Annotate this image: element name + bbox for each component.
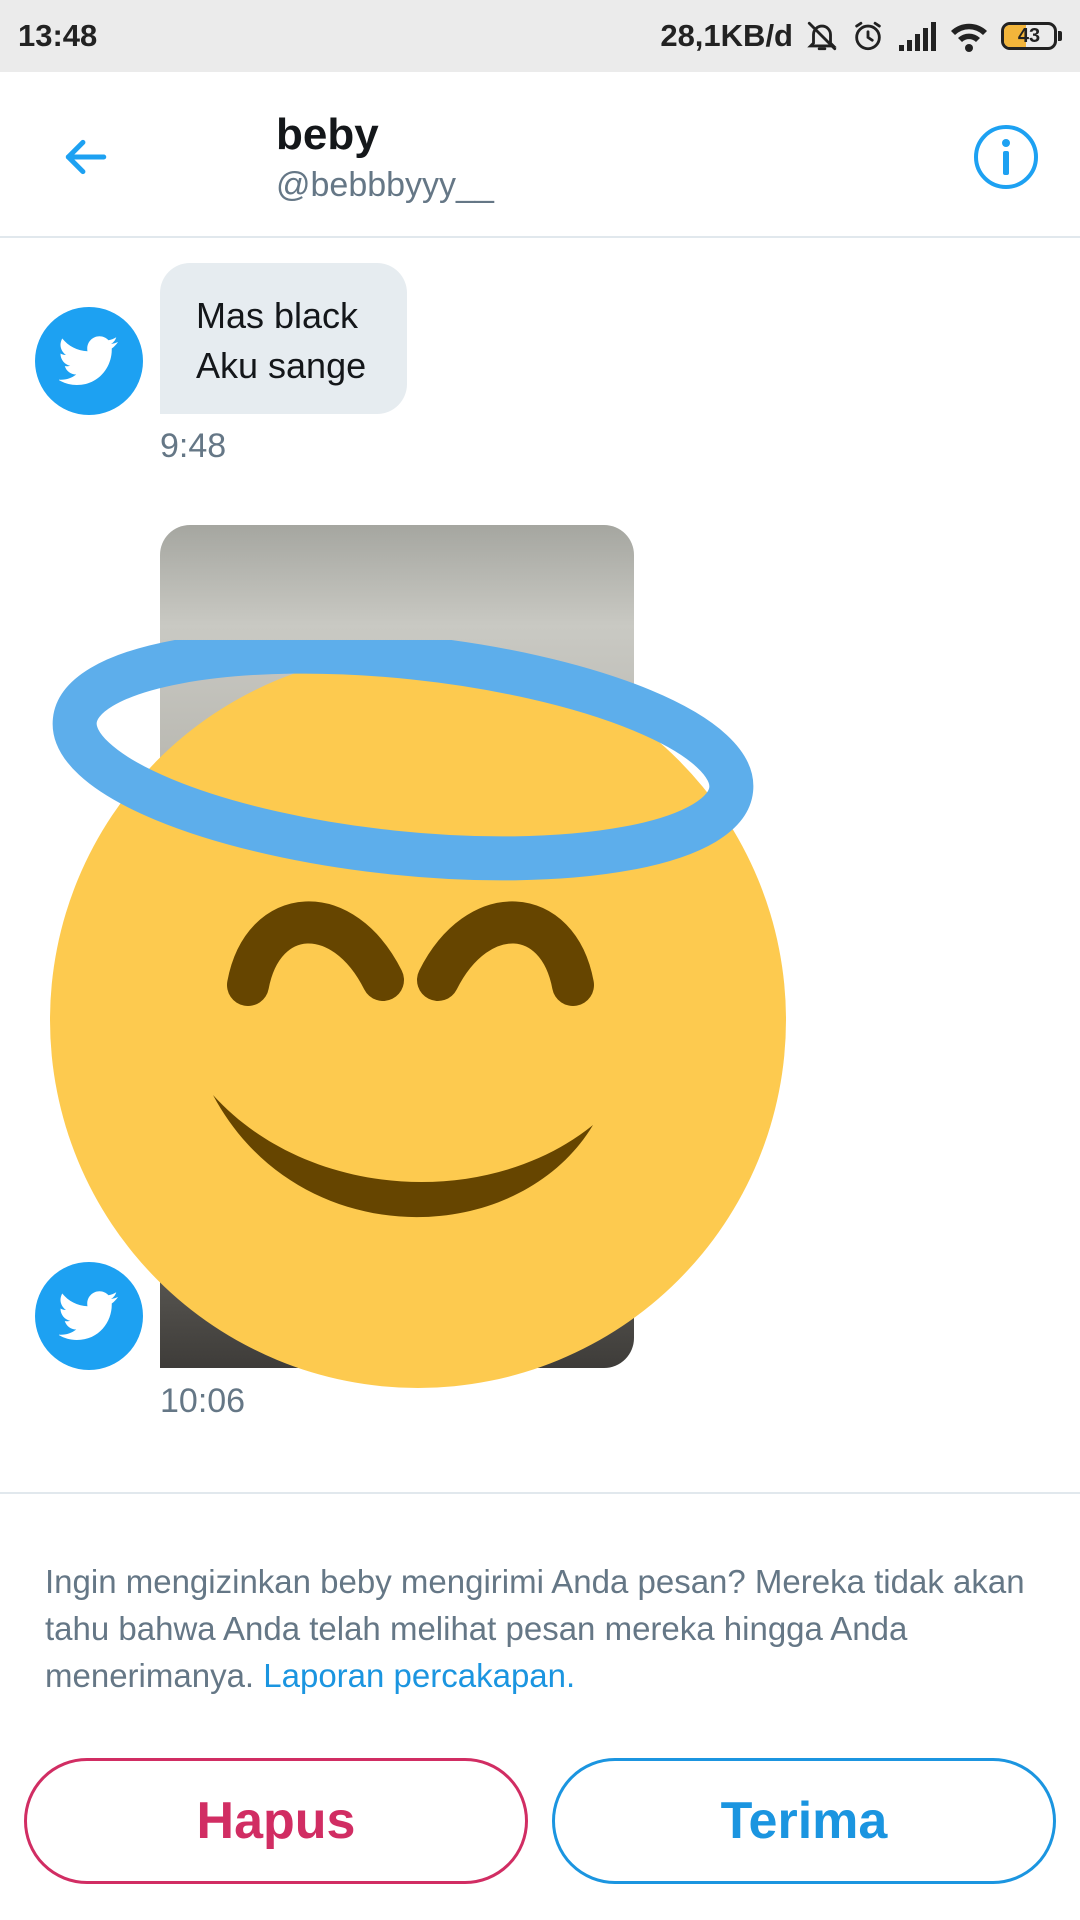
message-line: Aku sange <box>196 345 367 386</box>
message-timestamp: 10:06 <box>160 1382 246 1420</box>
info-icon <box>974 125 1038 189</box>
battery-level: 43 <box>1017 24 1041 47</box>
wifi-icon <box>949 20 989 52</box>
info-button[interactable] <box>973 124 1039 190</box>
message-bubble[interactable]: Mas black Aku sange <box>160 263 407 414</box>
signal-icon <box>897 21 937 51</box>
back-button[interactable] <box>52 124 118 190</box>
conversation-header: beby @bebbbyyy__ <box>0 72 1080 238</box>
conversation-title: beby <box>276 110 379 159</box>
arrow-left-icon <box>65 139 107 175</box>
network-speed: 28,1KB/d <box>660 18 793 53</box>
message-timestamp: 9:48 <box>160 427 227 465</box>
conversation-handle: @bebbbyyy__ <box>276 166 494 204</box>
accept-button[interactable]: Terima <box>552 1758 1056 1884</box>
status-icons: 28,1KB/d 43 <box>660 18 1062 54</box>
sender-avatar[interactable] <box>35 1262 143 1370</box>
status-time: 13:48 <box>18 18 98 53</box>
message-request-notice: Ingin mengizinkan beby mengirimi Anda pe… <box>45 1558 1045 1699</box>
delete-button[interactable]: Hapus <box>24 1758 528 1884</box>
battery-icon: 43 <box>1001 22 1062 50</box>
twitter-bird-icon <box>59 336 118 385</box>
report-conversation-link[interactable]: Laporan percakapan. <box>263 1657 575 1694</box>
divider <box>0 1492 1080 1494</box>
message-line: Mas black <box>196 295 359 336</box>
status-bar: 13:48 28,1KB/d 43 <box>0 0 1080 72</box>
sender-avatar[interactable] <box>35 307 143 415</box>
twitter-bird-icon <box>59 1291 118 1340</box>
alarm-icon <box>851 19 885 53</box>
bell-muted-icon <box>805 19 839 53</box>
smiling-face-with-halo-icon <box>50 640 786 1388</box>
